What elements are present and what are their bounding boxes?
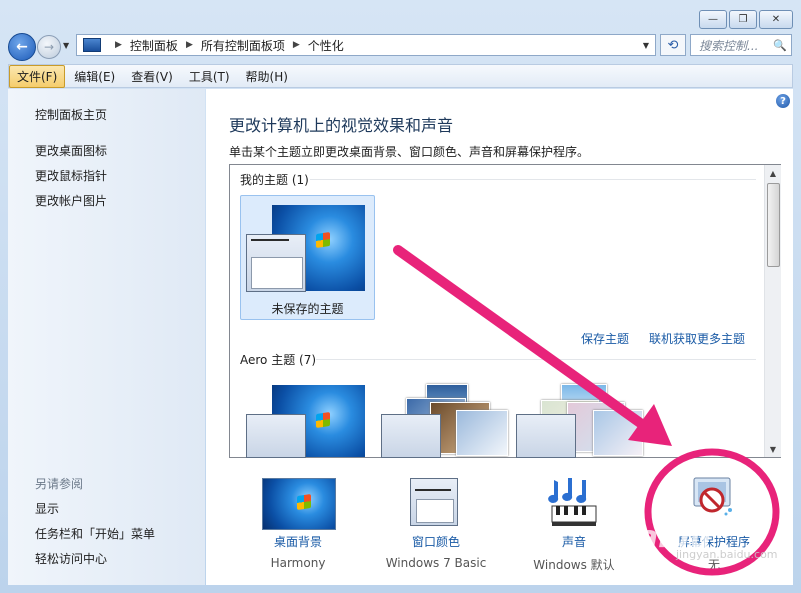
annotation-arrow-shaft — [393, 245, 655, 435]
watermark-site: jingyan.baidu.com — [676, 548, 778, 561]
annotation-overlay — [393, 245, 780, 576]
